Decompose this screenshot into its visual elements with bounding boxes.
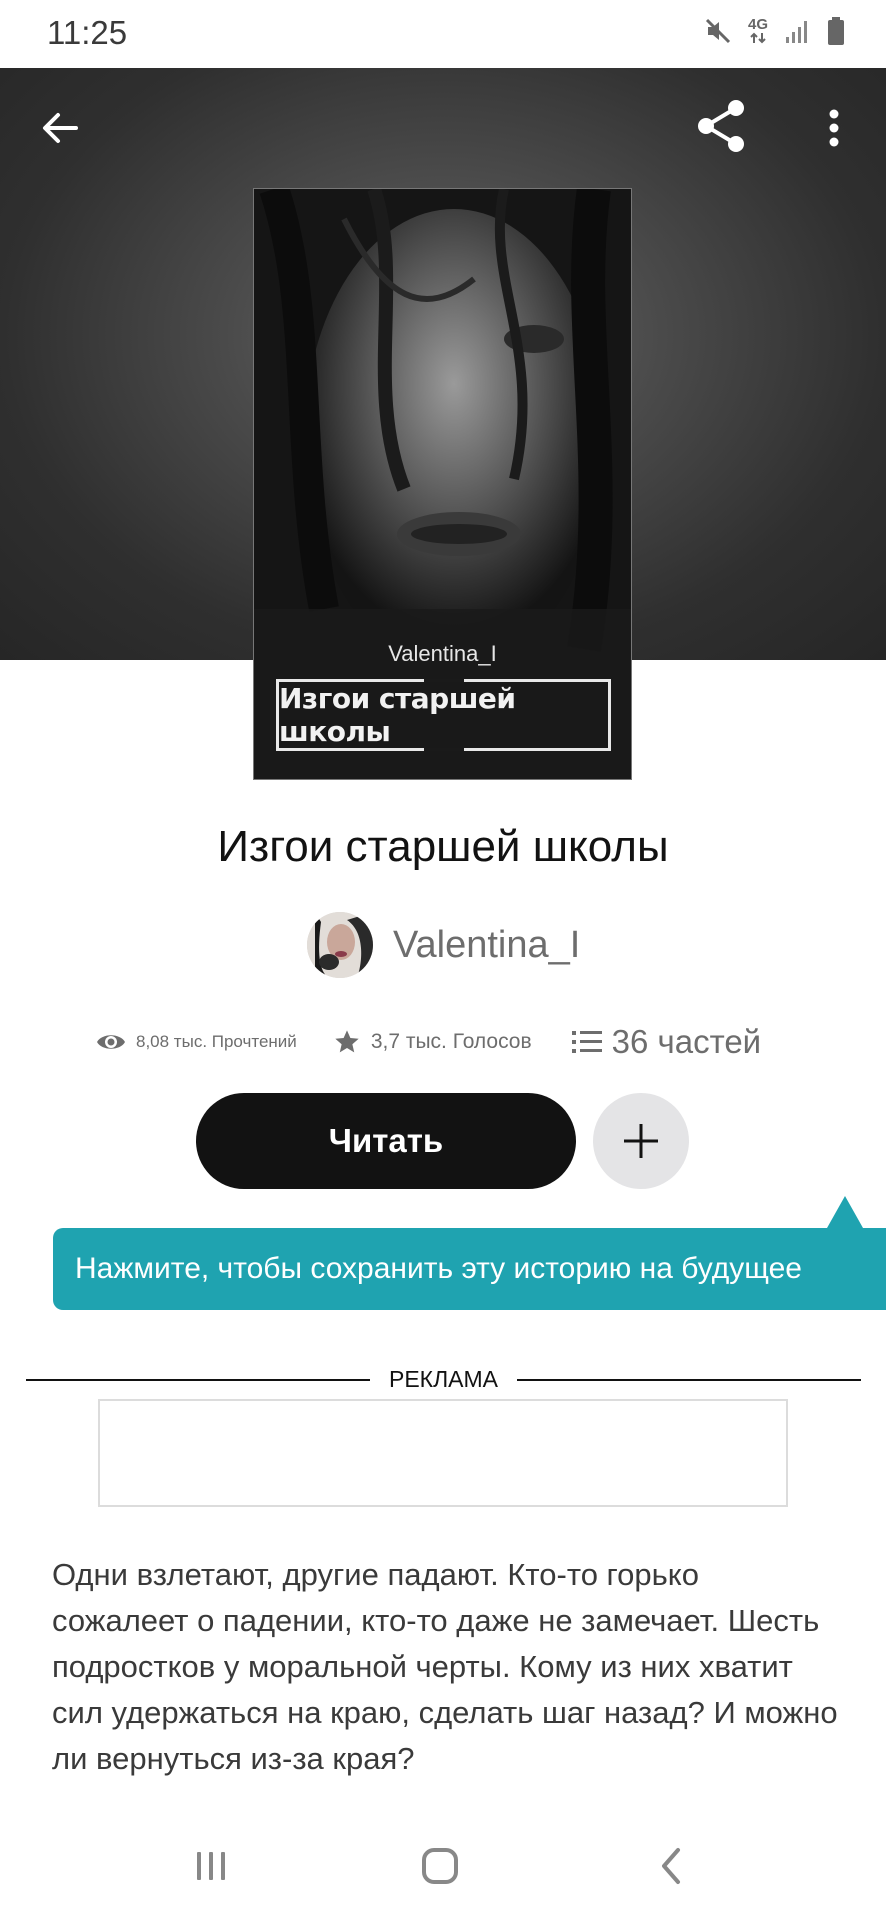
status-icons: 4G — [704, 16, 846, 46]
network-type: 4G — [747, 16, 768, 33]
story-title: Изгои старшей школы — [217, 822, 669, 871]
save-story-tooltip[interactable]: Нажмите, чтобы сохранить эту историю на … — [53, 1228, 886, 1310]
back-button[interactable] — [28, 96, 92, 160]
recent-apps-button[interactable] — [176, 1838, 246, 1894]
plus-icon — [624, 1124, 658, 1158]
parts-count: 36 частей — [611, 1023, 762, 1060]
author-avatar — [307, 912, 373, 978]
home-button[interactable] — [405, 1838, 475, 1894]
mute-icon — [704, 17, 732, 45]
battery-icon — [826, 16, 846, 46]
cover-title: Изгои старшей школы — [279, 682, 516, 748]
home-icon — [422, 1848, 458, 1884]
ad-label: РЕКЛАМА — [388, 1366, 498, 1392]
recent-apps-icon — [197, 1852, 225, 1880]
tooltip-arrow — [827, 1196, 863, 1228]
read-button[interactable]: Читать — [196, 1093, 576, 1189]
more-vertical-icon — [829, 109, 839, 147]
system-back-button[interactable] — [636, 1838, 706, 1894]
back-icon — [662, 1848, 680, 1884]
story-description: Одни взлетают, другие падают. Кто-то гор… — [52, 1557, 838, 1776]
network-4g-icon: 4G — [747, 16, 768, 44]
status-time: 11:25 — [47, 14, 128, 51]
votes-count: 3,7 тыс. Голосов — [370, 1030, 532, 1053]
author-name: Valentina_I — [393, 923, 581, 966]
cover-title-frame: Изгои старшей школы — [276, 679, 611, 751]
eye-icon — [97, 1035, 125, 1049]
signal-icon — [784, 17, 810, 45]
ad-divider-right — [517, 1379, 861, 1381]
cover-author: Valentina_I — [388, 641, 497, 666]
arrow-left-icon — [43, 113, 78, 143]
system-nav-bar — [0, 1810, 886, 1920]
more-options-button[interactable] — [802, 96, 866, 160]
status-bar: 11:25 4G — [0, 0, 886, 68]
story-cover[interactable]: Valentina_I Изгои старшей школы — [253, 188, 632, 780]
ad-divider-left — [26, 1379, 370, 1381]
story-stats: 8,08 тыс. Прочтений 3,7 тыс. Голосов 36 … — [96, 1016, 816, 1068]
share-icon — [698, 100, 744, 152]
parts-stat[interactable]: 36 частей — [571, 1023, 762, 1061]
star-icon — [335, 1030, 359, 1053]
add-to-library-button[interactable] — [593, 1093, 689, 1189]
share-button[interactable] — [690, 94, 754, 158]
reads-count: 8,08 тыс. Прочтений — [136, 1032, 297, 1051]
tooltip-text: Нажмите, чтобы сохранить эту историю на … — [75, 1252, 802, 1285]
list-icon — [571, 1031, 602, 1053]
ad-banner[interactable] — [98, 1399, 788, 1507]
reads-stat: 8,08 тыс. Прочтений — [96, 1031, 297, 1053]
votes-stat: 3,7 тыс. Голосов — [333, 1028, 532, 1056]
author-link[interactable]: Valentina_I — [307, 912, 580, 978]
